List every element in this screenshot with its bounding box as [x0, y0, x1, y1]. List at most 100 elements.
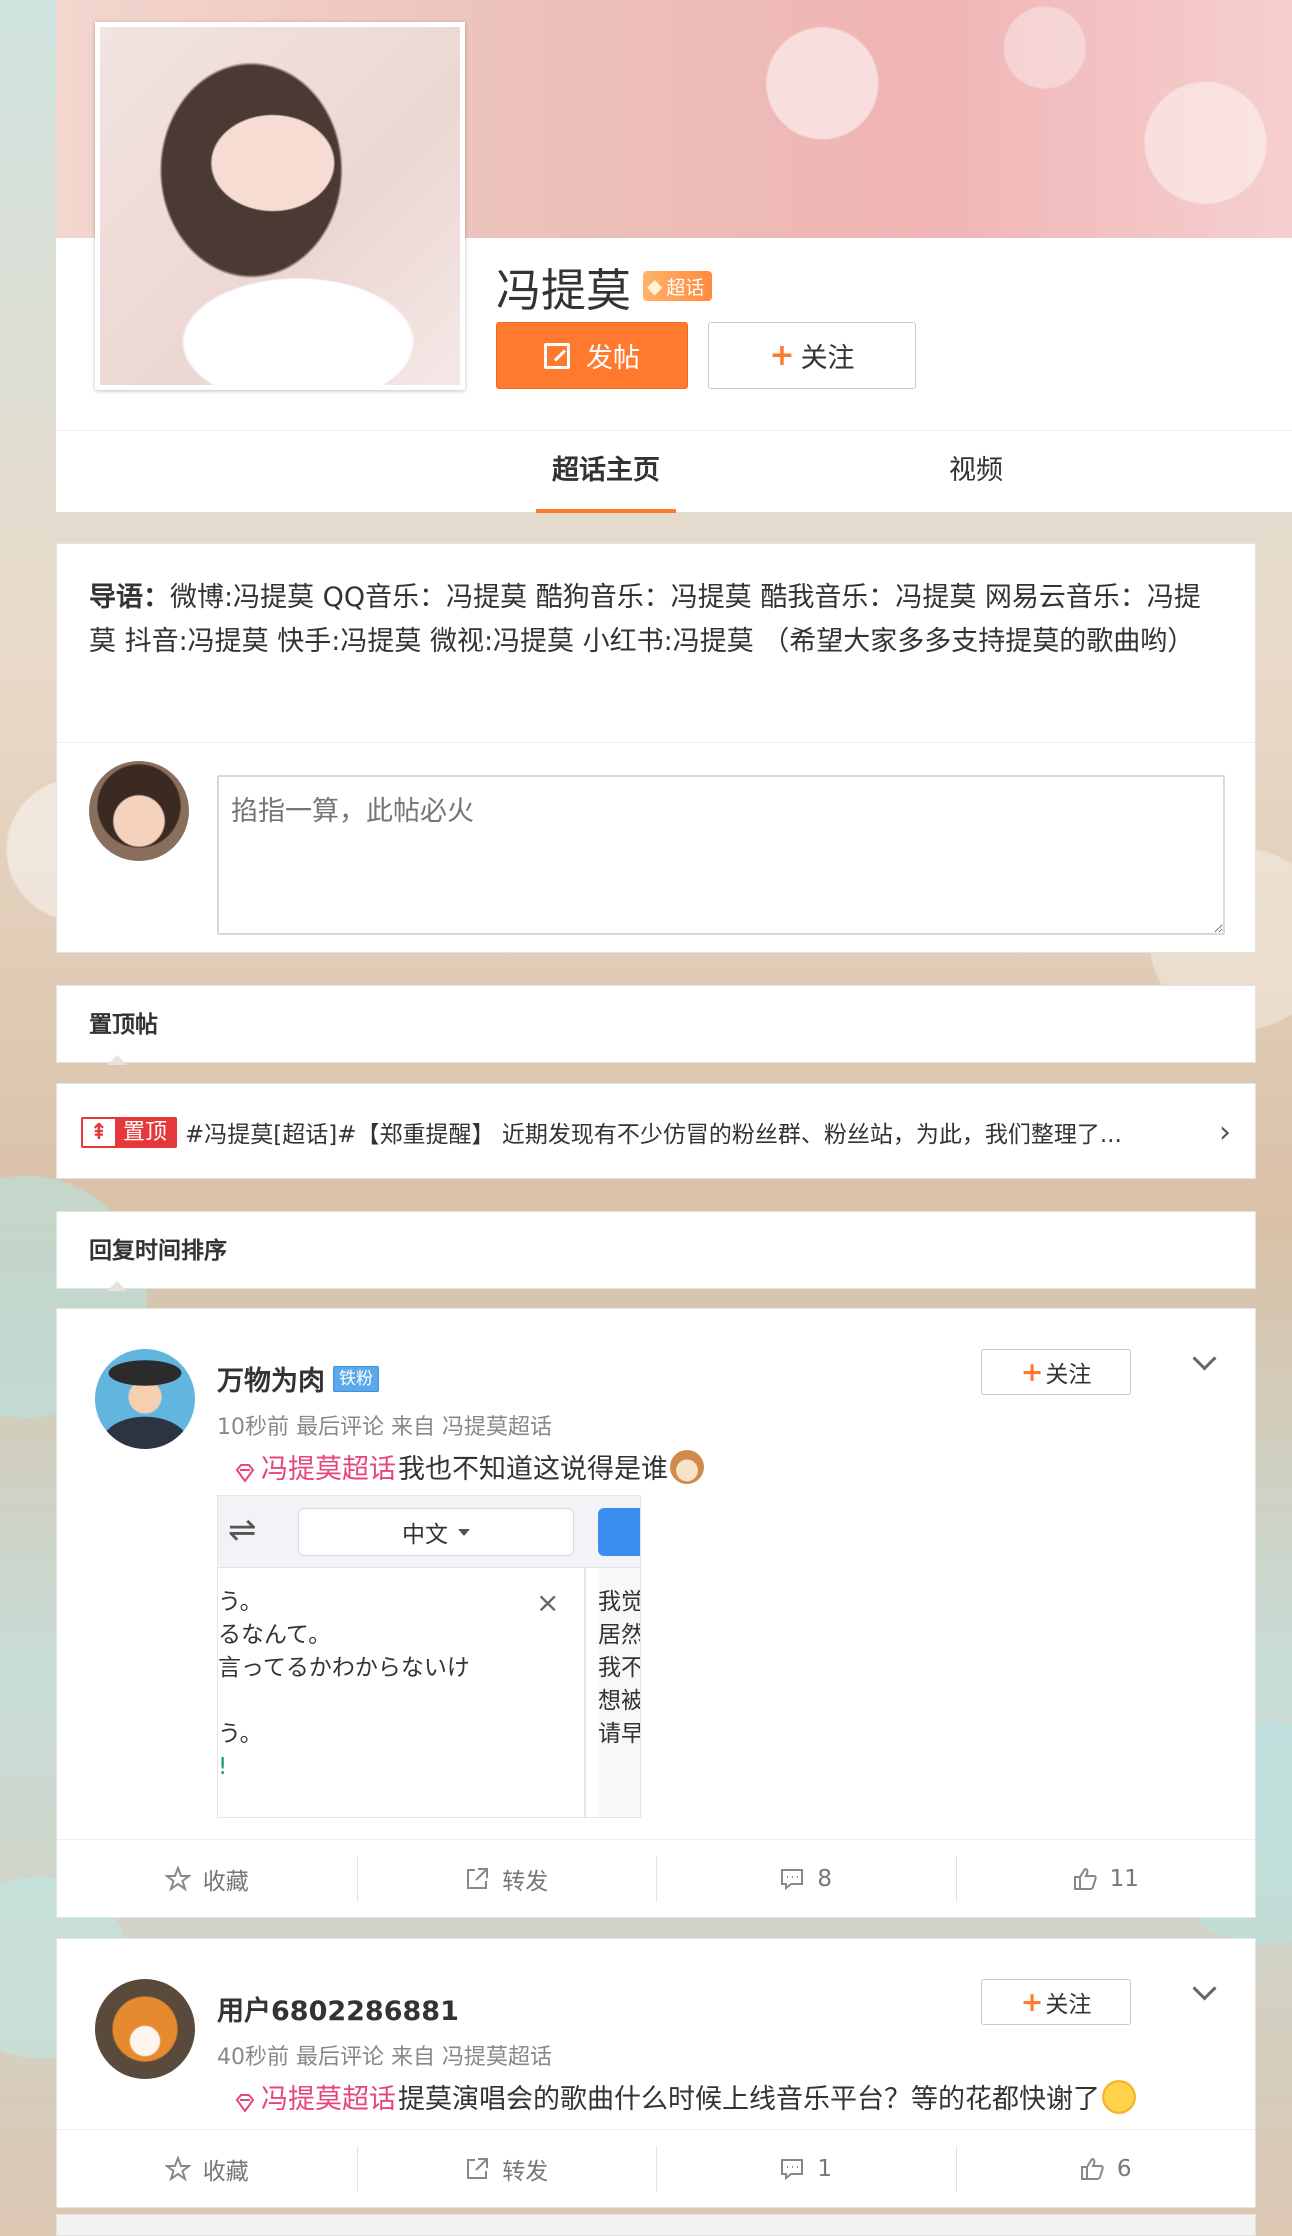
translator-toolbar: ⇌ 中文: [218, 1496, 640, 1568]
forward-button[interactable]: 转发: [356, 1840, 657, 1917]
topic-link-label: 冯提莫超话: [261, 2084, 396, 2115]
target-line: 想被: [598, 1688, 641, 1714]
my-avatar[interactable]: [89, 761, 189, 861]
forward-button[interactable]: 转发: [356, 2130, 657, 2207]
post-action-bar: 收藏 转发 8 11: [57, 1839, 1255, 1917]
topic-link[interactable]: 冯提莫超话: [235, 2077, 396, 2116]
pin-badge-label: 置顶: [115, 1118, 176, 1146]
topic-name: 冯提莫: [496, 263, 632, 317]
post-button[interactable]: 发帖: [496, 322, 688, 389]
post-card: 用户6802286881 40秒前 最后评论 来自 冯提莫超话 + 关注 冯提莫…: [56, 1938, 1256, 2208]
post-text: 提莫演唱会的歌曲什么时候上线音乐平台？等的花都快谢了: [398, 2084, 1100, 2115]
next-card-edge: [56, 2214, 1256, 2236]
forward-label: 转发: [502, 2158, 549, 2185]
post-username[interactable]: 用户6802286881: [217, 1989, 459, 2028]
plus-icon: +: [1020, 1986, 1044, 2018]
source-text-panel: う。 るなんて。 言ってるかわからないけ う。 !: [218, 1568, 584, 1817]
target-line: 居然: [598, 1622, 641, 1648]
collect-label: 收藏: [202, 1868, 249, 1895]
super-topic-badge: ◆ 超话: [643, 271, 713, 301]
follow-topic-button[interactable]: + 关注: [708, 322, 916, 389]
tab-home[interactable]: 超话主页: [536, 431, 676, 513]
follow-user-button[interactable]: + 关注: [981, 1349, 1131, 1395]
post-meta: 10秒前 最后评论 来自 冯提莫超话: [217, 1415, 552, 1440]
star-icon: [164, 2155, 191, 2182]
share-icon: [464, 2156, 490, 2182]
target-line: 我不: [598, 1655, 641, 1681]
collect-button[interactable]: 收藏: [57, 1840, 357, 1917]
chevron-right-icon: ›: [1219, 1114, 1231, 1150]
share-icon: [464, 1866, 490, 1892]
source-line: 言ってるかわからないけ: [218, 1655, 470, 1681]
avatar[interactable]: [95, 1349, 195, 1449]
topic-title-row: 冯提莫 ◆ 超话: [496, 256, 713, 317]
like-button[interactable]: 6: [955, 2130, 1256, 2207]
translated-text-panel: 我觉 居然 我不 想被 请早: [598, 1568, 641, 1817]
source-line: う。: [218, 1589, 263, 1615]
post-text: 我也不知道这说得是谁: [398, 1454, 668, 1485]
translate-button: [598, 1508, 640, 1556]
swap-icon: ⇌: [228, 1510, 257, 1550]
comment-button[interactable]: 8: [656, 1840, 956, 1917]
comment-count: 8: [817, 1865, 833, 1892]
post-button-label: 发帖: [586, 343, 640, 374]
collect-label: 收藏: [202, 2158, 249, 2185]
pinned-row: ⇞ 置顶 #冯提莫[超话]#【郑重提醒】 近期发现有不少仿冒的粉丝群、粉丝站，为…: [57, 1084, 1255, 1180]
crying-emoji-icon: [1102, 2079, 1136, 2114]
topic-avatar-photo: [100, 27, 460, 385]
comment-button[interactable]: 1: [656, 2130, 956, 2207]
source-line: [218, 1685, 584, 1718]
compose-input[interactable]: [217, 775, 1225, 935]
thumbs-up-icon: [1079, 2156, 1105, 2182]
chevron-down-icon[interactable]: [1189, 1345, 1219, 1375]
post-author[interactable]: 用户6802286881: [217, 1989, 459, 2028]
thumbs-up-icon: [1072, 1866, 1098, 1892]
sort-section-header: 回复时间排序: [56, 1211, 1256, 1291]
panel-divider: [584, 1568, 586, 1817]
star-icon: [164, 1865, 191, 1892]
follow-user-label: 关注: [1045, 1992, 1092, 2018]
follow-user-label: 关注: [1045, 1362, 1092, 1388]
source-line: !: [218, 1754, 228, 1780]
like-button[interactable]: 11: [955, 1840, 1256, 1917]
avatar[interactable]: [95, 1979, 195, 2079]
close-icon: ×: [536, 1586, 560, 1619]
tab-home-label: 超话主页: [552, 455, 660, 486]
post-card: 万物为肉 铁粉 10秒前 最后评论 来自 冯提莫超话 + 关注 冯提莫超话 我也…: [56, 1308, 1256, 1918]
guide-text: 导语：微博:冯提莫 QQ音乐：冯提莫 酷狗音乐：冯提莫 酷我音乐：冯提莫 网易云…: [57, 544, 1255, 664]
comment-icon: [779, 1866, 805, 1892]
tab-video[interactable]: 视频: [949, 431, 1003, 513]
collect-button[interactable]: 收藏: [57, 2130, 357, 2207]
post-image[interactable]: ⇌ 中文 う。 るなんて。 言ってるかわからないけ う。 ! × 我觉 居然 我…: [217, 1495, 641, 1818]
follow-user-button[interactable]: + 关注: [981, 1979, 1131, 2025]
post-username[interactable]: 万物为肉: [217, 1359, 325, 1398]
target-line: 请早: [598, 1721, 641, 1747]
chevron-down-icon[interactable]: [1189, 1975, 1219, 2005]
comment-count: 1: [817, 2155, 833, 2182]
plus-icon: +: [1020, 1356, 1044, 1388]
like-count: 6: [1116, 2155, 1132, 2182]
guide-content: 微博:冯提莫 QQ音乐：冯提莫 酷狗音乐：冯提莫 酷我音乐：冯提莫 网易云音乐：…: [89, 582, 1201, 657]
pinned-post[interactable]: ⇞ 置顶 #冯提莫[超话]#【郑重提醒】 近期发现有不少仿冒的粉丝群、粉丝站，为…: [56, 1083, 1256, 1179]
pinned-post-text: #冯提莫[超话]#【郑重提醒】 近期发现有不少仿冒的粉丝群、粉丝站，为此，我们整…: [185, 1122, 1122, 1148]
target-line: 我觉: [598, 1589, 641, 1615]
post-author[interactable]: 万物为肉 铁粉: [217, 1359, 379, 1398]
guide-card: 导语：微博:冯提莫 QQ音乐：冯提莫 酷狗音乐：冯提莫 酷我音乐：冯提莫 网易云…: [56, 543, 1256, 953]
sort-section-title[interactable]: 回复时间排序: [57, 1212, 1255, 1291]
diamond-icon: ◆: [647, 274, 663, 298]
follow-topic-label: 关注: [800, 343, 855, 374]
cat-emoji-icon: [670, 1449, 704, 1484]
topic-link[interactable]: 冯提莫超话: [235, 1447, 396, 1486]
language-select: 中文: [298, 1508, 574, 1556]
source-line: う。: [218, 1721, 263, 1747]
post-body: 冯提莫超话 提莫演唱会的歌曲什么时候上线音乐平台？等的花都快谢了: [235, 2077, 1136, 2116]
edit-icon: [544, 342, 570, 369]
topic-link-label: 冯提莫超话: [261, 1454, 396, 1485]
comment-icon: [779, 2156, 805, 2182]
super-topic-badge-label: 超话: [666, 276, 705, 299]
caret-down-icon: [458, 1528, 470, 1536]
pin-up-icon: ⇞: [83, 1119, 115, 1145]
source-line: るなんて。: [218, 1622, 332, 1648]
fan-badge: 铁粉: [333, 1365, 379, 1392]
diamond-outline-icon: [235, 2088, 255, 2113]
